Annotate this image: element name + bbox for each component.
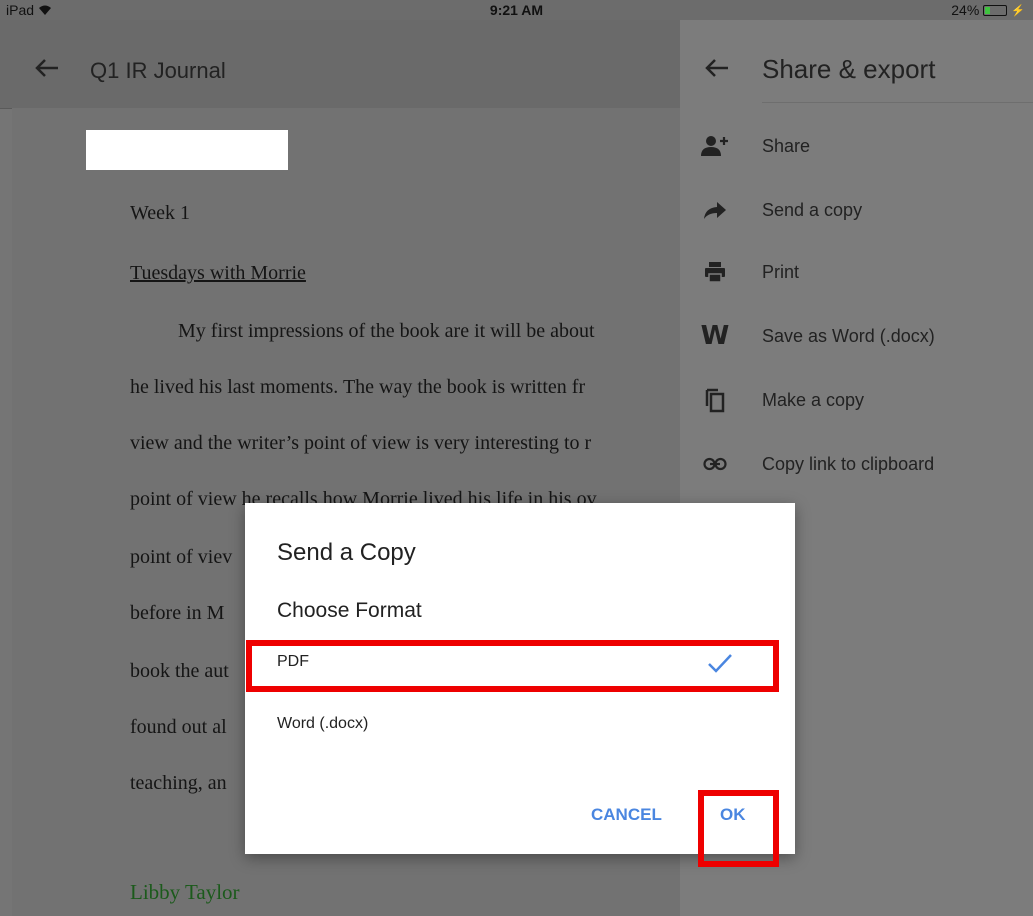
- add-person-icon: [700, 132, 730, 160]
- doc-line: view and the writer’s point of view is v…: [130, 432, 592, 454]
- menu-item-copy-link[interactable]: Copy link to clipboard: [680, 438, 1033, 490]
- menu-item-label: Share: [762, 136, 811, 156]
- doc-line: book the aut: [130, 660, 229, 682]
- link-icon: [700, 450, 730, 478]
- charging-icon: ⚡: [1011, 4, 1025, 17]
- doc-line: teaching, an: [130, 772, 227, 794]
- menu-item-print[interactable]: Print: [680, 246, 1033, 298]
- status-battery: 24% ⚡: [951, 2, 1025, 18]
- menu-item-make-copy[interactable]: Make a copy: [680, 374, 1033, 426]
- dialog-title: Send a Copy: [277, 539, 416, 566]
- back-arrow-icon[interactable]: [34, 58, 60, 78]
- panel-title: Share & export: [762, 54, 936, 84]
- doc-line: found out al: [130, 716, 227, 738]
- word-icon: W: [700, 321, 730, 351]
- document-toolbar: Q1 IR Journal: [0, 20, 680, 109]
- status-time: 9:21 AM: [489, 2, 544, 18]
- battery-icon: [983, 4, 1008, 16]
- format-option-word[interactable]: Word (.docx): [245, 703, 795, 747]
- printer-icon: [700, 258, 730, 286]
- redacted-name-box: [86, 130, 288, 170]
- divider: [762, 102, 1033, 103]
- menu-item-label: Copy link to clipboard: [762, 454, 935, 474]
- option-label: Word (.docx): [277, 715, 369, 732]
- menu-item-label: Make a copy: [762, 390, 865, 410]
- document-title: Q1 IR Journal: [90, 58, 226, 83]
- status-bar: iPad 9:21 AM 24% ⚡: [0, 0, 1033, 20]
- back-arrow-icon[interactable]: [704, 58, 730, 78]
- highlight-box-pdf: [246, 640, 779, 692]
- copy-icon: [700, 386, 730, 414]
- menu-item-save-word[interactable]: W Save as Word (.docx): [680, 310, 1033, 362]
- menu-item-label: Print: [762, 262, 800, 282]
- dialog-subtitle: Choose Format: [277, 599, 422, 622]
- battery-percent: 24%: [951, 2, 980, 18]
- doc-line: Tuesdays with Morrie: [130, 262, 306, 284]
- doc-line: Week 1: [130, 202, 191, 224]
- menu-item-share[interactable]: Share: [680, 120, 1033, 172]
- menu-item-label: Send a copy: [762, 200, 863, 220]
- cancel-button[interactable]: CANCEL: [591, 805, 662, 825]
- doc-line: he lived his last moments. The way the b…: [130, 376, 586, 398]
- doc-line: point of viev: [130, 546, 233, 568]
- doc-line: My first impressions of the book are it …: [178, 320, 595, 342]
- forward-arrow-icon: [700, 196, 730, 224]
- doc-line: before in M: [130, 602, 225, 624]
- author-name: Libby Taylor: [130, 880, 240, 904]
- menu-item-send-copy[interactable]: Send a copy: [680, 184, 1033, 236]
- menu-item-label: Save as Word (.docx): [762, 326, 935, 346]
- highlight-box-ok: [698, 790, 779, 867]
